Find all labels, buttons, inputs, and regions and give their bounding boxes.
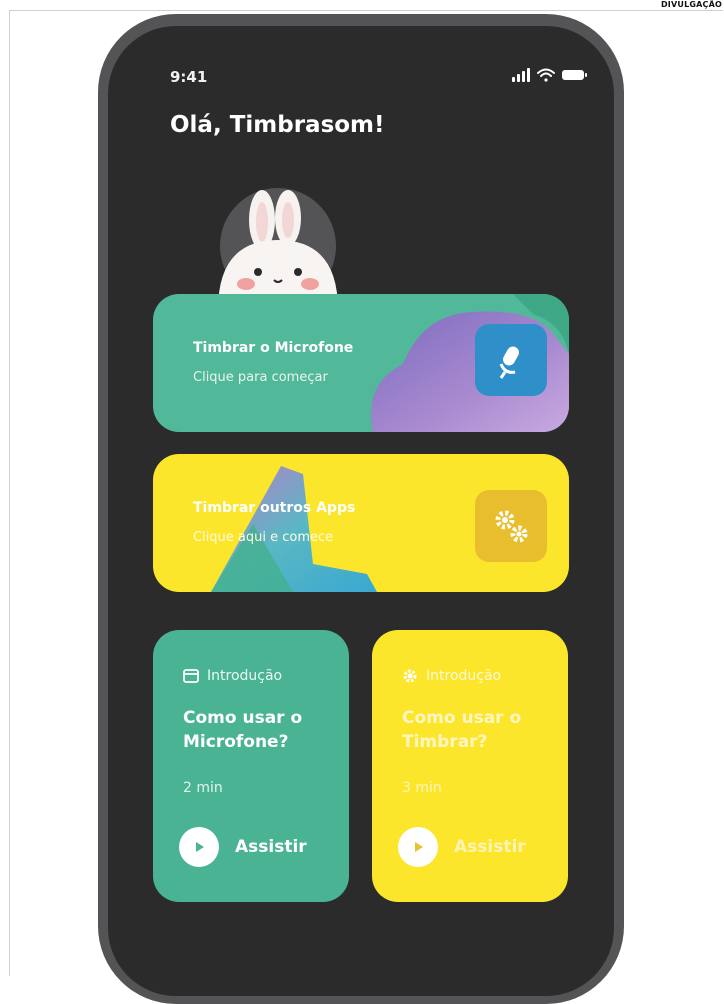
phone-screen: 9:41 Olá, Timbrasom! Timbrar o Microfone… — [108, 26, 614, 996]
photo-credit: DIVULGAÇÃO — [660, 0, 722, 9]
settings-button[interactable] — [475, 490, 547, 562]
card-title: Timbrar outros Apps — [193, 500, 356, 516]
card-timbrar-microfone[interactable]: Timbrar o Microfone Clique para começar — [153, 294, 569, 432]
wifi-icon — [537, 68, 555, 82]
tutorial-tag-label: Introdução — [426, 668, 502, 684]
watch-button-label: Assistir — [235, 837, 307, 857]
watch-button[interactable]: Assistir — [398, 826, 526, 868]
tutorial-duration: 3 min — [402, 780, 442, 796]
status-time: 9:41 — [170, 68, 208, 86]
tutorial-duration: 2 min — [183, 780, 223, 796]
gears-icon — [495, 510, 528, 543]
tutorial-card-microfone[interactable]: Introdução Como usar o Microfone? 2 min … — [153, 630, 349, 902]
card-subtitle: Clique aqui e comece — [193, 530, 334, 545]
microphone-button[interactable] — [475, 324, 547, 396]
card-subtitle: Clique para começar — [193, 370, 328, 385]
tutorial-tag: Introdução — [183, 668, 282, 684]
microphone-icon — [499, 346, 519, 379]
play-icon — [179, 827, 219, 867]
window-icon — [183, 669, 199, 683]
watch-button-label: Assistir — [454, 837, 526, 857]
bunny-mascot-illustration — [204, 188, 374, 310]
watch-button[interactable]: Assistir — [179, 826, 307, 868]
phone-frame: 9:41 Olá, Timbrasom! Timbrar o Microfone… — [98, 14, 624, 1004]
tutorial-tag: Introdução — [402, 668, 501, 684]
status-icons — [512, 68, 587, 82]
card-title: Timbrar o Microfone — [193, 340, 354, 356]
tutorial-card-timbrar[interactable]: Introdução Como usar o Timbrar? 3 min As… — [372, 630, 568, 902]
greeting-title: Olá, Timbrasom! — [170, 112, 385, 138]
signal-icon — [512, 68, 530, 82]
tutorial-title: Como usar o Microfone? — [183, 708, 303, 752]
tutorial-tag-label: Introdução — [207, 668, 283, 684]
play-icon — [398, 827, 438, 867]
card-timbrar-apps[interactable]: Timbrar outros Apps Clique aqui e comece — [153, 454, 569, 592]
gear-icon — [403, 669, 417, 683]
battery-icon — [562, 70, 587, 80]
tutorial-title: Como usar o Timbrar? — [402, 708, 522, 752]
